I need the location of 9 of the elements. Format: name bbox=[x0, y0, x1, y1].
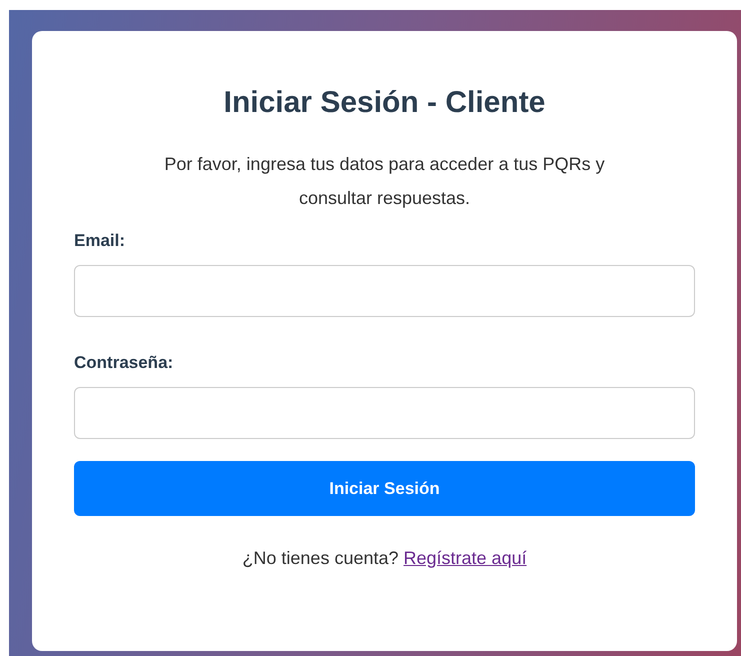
input-field[interactable] bbox=[74, 387, 695, 439]
intro-text: Por favor, ingresa tus datos para acceder a tus PQRs y consultar respuestas. bbox=[163, 153, 606, 210]
input-field[interactable] bbox=[74, 265, 695, 317]
field-label: Email: bbox=[74, 230, 126, 252]
field-label: Contraseña: bbox=[74, 352, 174, 374]
login-button[interactable]: Iniciar Sesión bbox=[74, 461, 695, 516]
register-link[interactable]: Regístrate aquí bbox=[404, 548, 527, 568]
no-account-text: ¿No tienes cuenta? bbox=[242, 548, 398, 568]
page-title: Iniciar Sesión - Cliente bbox=[222, 85, 546, 121]
